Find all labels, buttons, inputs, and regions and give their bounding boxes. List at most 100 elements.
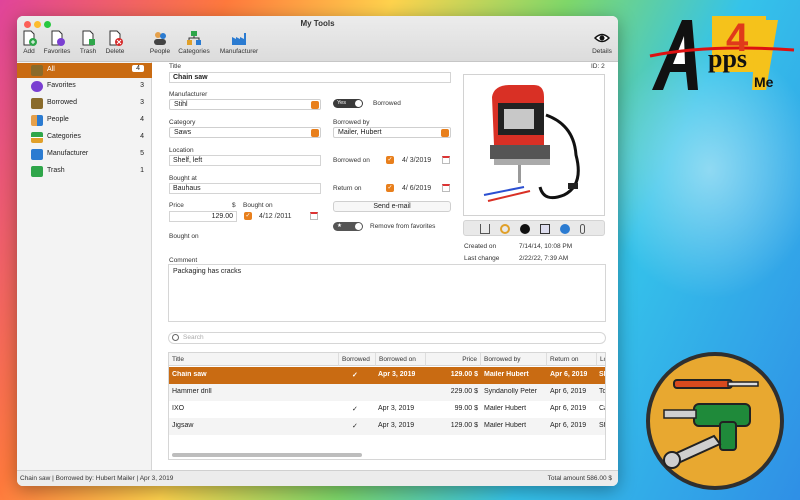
rotate-icon[interactable] [500, 224, 510, 234]
black-circle-icon[interactable] [520, 224, 530, 234]
table-row[interactable]: Chain saw ✓ Apr 3, 2019 129.00 $ Mailer … [169, 367, 605, 384]
all-icon [31, 65, 43, 76]
bought-on-value[interactable]: 4/12 /2011 [259, 213, 292, 220]
status-bar: Chain saw | Borrowed by: Hubert Mailer |… [17, 470, 618, 486]
return-on-checkbox[interactable]: ✓ [386, 184, 394, 192]
send-email-button[interactable]: Send e-mail [333, 201, 451, 212]
favorite-toggle[interactable]: ★ [333, 222, 363, 231]
borrowed-icon [31, 98, 43, 109]
sidebar-item-count: 4 [140, 133, 144, 140]
column-header[interactable]: Price [426, 353, 481, 366]
bought-on-secondary-label: Bought on [169, 233, 199, 240]
price-field[interactable]: 129.00 [169, 211, 237, 222]
sidebar-item-trash[interactable]: Trash 1 [17, 164, 152, 179]
column-header[interactable]: Title [169, 353, 339, 366]
table-row[interactable]: Jigsaw ✓ Apr 3, 2019 129.00 $ Mailer Hub… [169, 418, 605, 435]
details-button[interactable]: Details [591, 30, 613, 55]
trash-button[interactable]: Trash [79, 30, 97, 55]
title-bar: My Tools Add Favorites Trash Delete Peop… [17, 16, 618, 62]
manufacturer-button[interactable]: Manufacturer [218, 30, 260, 55]
borrowed-by-label: Borrowed by [333, 119, 370, 126]
borrowed-toggle[interactable]: Yes [333, 99, 363, 108]
calendar-icon[interactable] [442, 184, 450, 192]
borrowed-toggle-text: Yes [337, 100, 346, 106]
sidebar-item-label: Borrowed [47, 99, 77, 106]
delete-button[interactable]: Delete [104, 30, 126, 55]
borrowed-by-value: Mailer, Hubert [338, 129, 382, 136]
category-value: Saws [174, 129, 192, 136]
popup-arrow-icon [311, 101, 319, 109]
created-on-label: Created on [464, 243, 497, 250]
add-button[interactable]: Add [21, 30, 37, 55]
sidebar-item-categories[interactable]: Categories 4 [17, 130, 152, 145]
status-left-text: Chain saw | Borrowed by: Hubert Mailer |… [20, 475, 174, 482]
sidebar-item-all[interactable]: All 4 [17, 63, 152, 78]
table-row[interactable]: IXO ✓ Apr 3, 2019 99.00 $ Mailer Hubert … [169, 401, 605, 418]
cell-price: 229.00 $ [450, 388, 478, 395]
column-header[interactable]: Borrowed [339, 353, 376, 366]
calendar-icon[interactable] [310, 212, 318, 220]
factory-icon [231, 30, 247, 46]
return-on-value[interactable]: 4/ 6/2019 [402, 185, 431, 192]
trash-label: Trash [79, 48, 97, 55]
bought-at-field[interactable]: Bauhaus [169, 183, 321, 194]
manufacturer-select[interactable]: Stihl [169, 99, 321, 110]
tools-app-icon [646, 352, 784, 490]
borrowed-by-select[interactable]: Mailer, Hubert [333, 127, 451, 138]
trash-document-icon [80, 30, 96, 46]
comment-textarea[interactable]: Packaging has cracks [168, 264, 606, 322]
tool-photo[interactable] [463, 74, 605, 216]
people-icon [31, 115, 43, 126]
bought-on-checkbox[interactable]: ✓ [244, 212, 252, 220]
cell-borrowed-on: Apr 3, 2019 [378, 371, 416, 378]
category-select[interactable]: Saws [169, 127, 321, 138]
sidebar-item-people[interactable]: People 4 [17, 113, 152, 128]
share-icon[interactable] [480, 224, 490, 234]
jigsaw-image [483, 85, 580, 202]
search-input[interactable]: Search [168, 332, 606, 344]
people-button[interactable]: People [149, 30, 171, 55]
horizontal-scrollbar[interactable] [172, 453, 362, 457]
location-label: Location [169, 147, 194, 154]
paperclip-icon[interactable] [580, 224, 585, 234]
last-change-value: 2/22/22, 7:39 AM [519, 255, 569, 262]
borrowed-on-value[interactable]: 4/ 3/2019 [402, 157, 431, 164]
search-icon [172, 334, 179, 341]
categories-label: Categories [178, 48, 210, 55]
column-header[interactable]: Lo [597, 353, 605, 366]
title-field[interactable]: Chain saw [169, 72, 451, 83]
calendar-icon[interactable] [442, 156, 450, 164]
column-header[interactable]: Borrowed on [376, 353, 426, 366]
location-field[interactable]: Shelf, left [169, 155, 321, 166]
borrowed-on-checkbox[interactable]: ✓ [386, 156, 394, 164]
people-label: People [149, 48, 171, 55]
categories-icon [31, 132, 43, 143]
sidebar-item-manufacturer[interactable]: Manufacturer 5 [17, 147, 152, 162]
eye-icon [593, 30, 611, 46]
categories-button[interactable]: Categories [178, 30, 210, 55]
last-change-label: Last change [464, 255, 500, 262]
logo-me: Me [754, 74, 774, 90]
borrowed-on-label: Borrowed on [333, 157, 370, 164]
photo-icon[interactable] [540, 224, 550, 234]
table-row[interactable]: Hammer drill 229.00 $ Syndanolly Peter A… [169, 384, 606, 401]
item-id: ID: 2 [591, 63, 605, 70]
column-header[interactable]: Borrowed by [481, 353, 547, 366]
bought-at-label: Bought at [169, 175, 197, 182]
column-header[interactable]: Return on [547, 353, 597, 366]
favorites-button[interactable]: Favorites [43, 30, 71, 55]
star-icon [31, 81, 43, 92]
main-window: My Tools Add Favorites Trash Delete Peop… [17, 16, 618, 486]
manufacturer-label: Manufacturer [219, 48, 259, 55]
cell-borrowed-by: Mailer Hubert [484, 405, 527, 412]
cell-location: To [599, 388, 606, 395]
cell-title: Chain saw [172, 371, 207, 378]
sidebar-item-borrowed[interactable]: Borrowed 3 [17, 96, 152, 111]
image-toolbar [463, 220, 605, 236]
cell-borrowed-by: Mailer Hubert [484, 371, 529, 378]
sidebar-item-favorites[interactable]: Favorites 3 [17, 79, 152, 94]
color-wheel-icon[interactable] [560, 224, 570, 234]
add-label: Add [23, 48, 35, 55]
cell-price: 99.00 $ [454, 405, 478, 412]
return-on-label: Return on [333, 185, 362, 192]
